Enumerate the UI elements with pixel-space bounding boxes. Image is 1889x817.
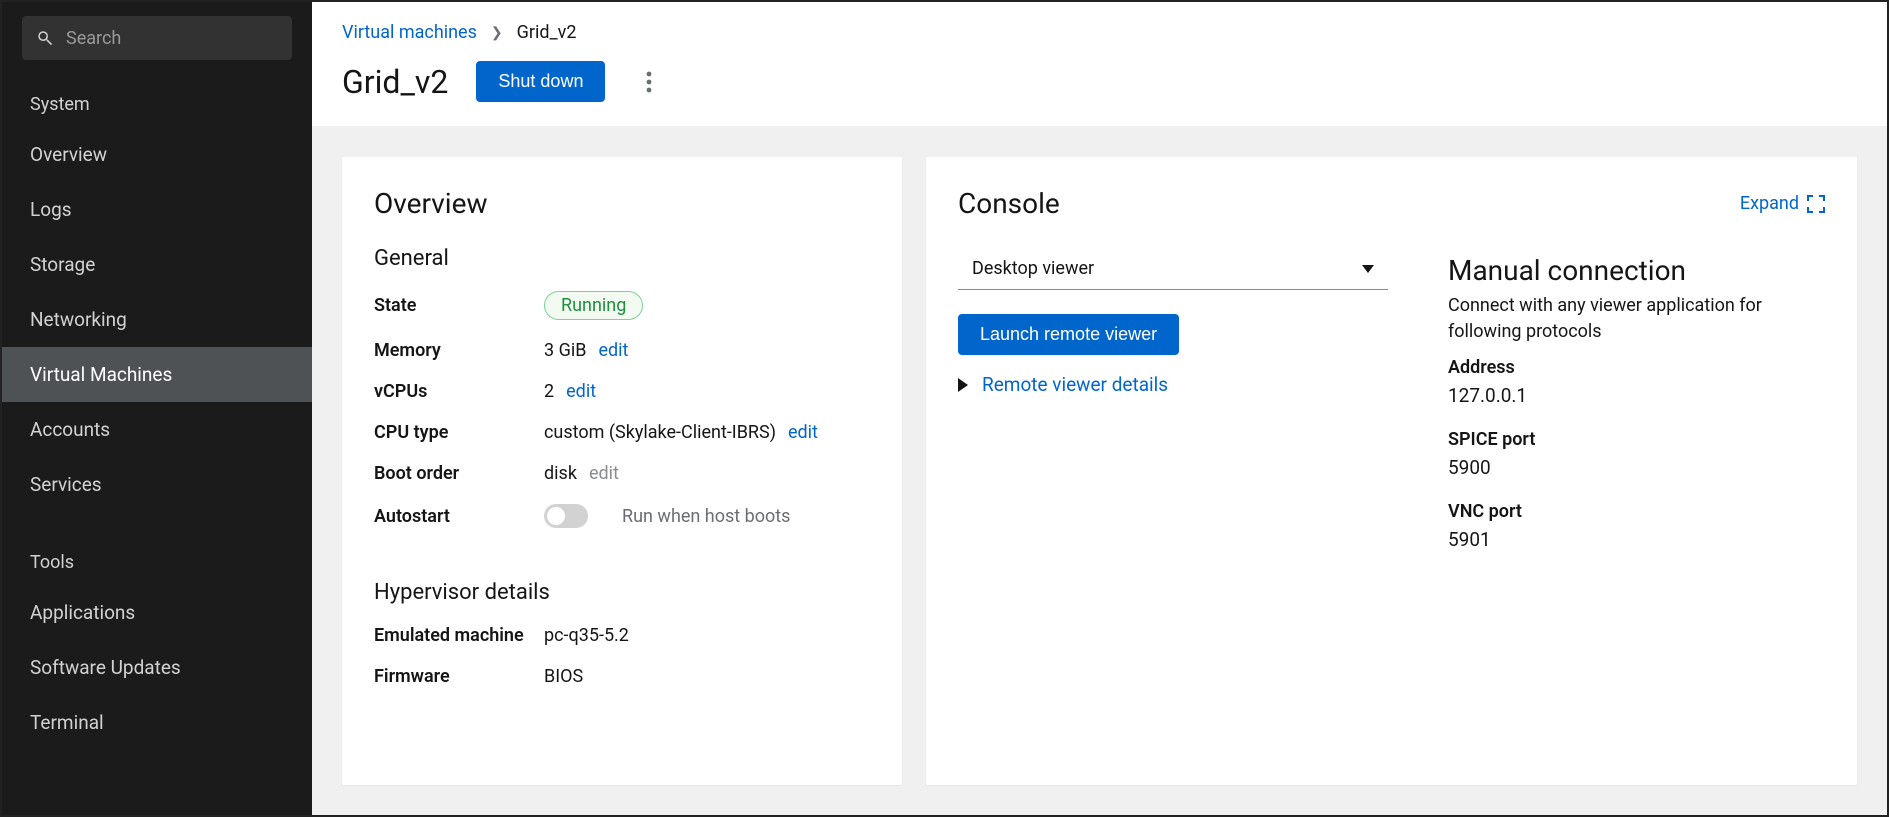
- value-address: 127.0.0.1: [1448, 384, 1825, 407]
- label-memory: Memory: [374, 340, 544, 361]
- manual-connection-title: Manual connection: [1448, 254, 1825, 287]
- edit-vcpus-link[interactable]: edit: [566, 381, 596, 402]
- chevron-right-icon: ❯: [491, 25, 503, 41]
- manual-connection-sub: Connect with any viewer application for …: [1448, 293, 1825, 345]
- kebab-icon: [646, 71, 652, 93]
- sidebar-item-logs[interactable]: Logs: [2, 182, 312, 237]
- row-cpu-type: CPU type custom (Skylake-Client-IBRS) ed…: [374, 422, 870, 443]
- remote-viewer-details-toggle[interactable]: Remote viewer details: [958, 373, 1388, 396]
- sidebar-item-terminal[interactable]: Terminal: [2, 695, 312, 750]
- address-block: Address 127.0.0.1: [1448, 357, 1825, 407]
- row-state: State Running: [374, 291, 870, 320]
- sidebar-item-accounts[interactable]: Accounts: [2, 402, 312, 457]
- value-emulated-machine: pc-q35-5.2: [544, 625, 629, 646]
- value-spice-port: 5900: [1448, 456, 1825, 479]
- label-address: Address: [1448, 357, 1825, 378]
- label-autostart: Autostart: [374, 506, 544, 527]
- sidebar: Search System Overview Logs Storage Netw…: [2, 2, 312, 815]
- row-vcpus: vCPUs 2 edit: [374, 381, 870, 402]
- chevron-right-icon: [958, 378, 968, 392]
- sidebar-item-storage[interactable]: Storage: [2, 237, 312, 292]
- caret-down-icon: [1362, 265, 1374, 273]
- label-vcpus: vCPUs: [374, 381, 544, 402]
- launch-remote-viewer-button[interactable]: Launch remote viewer: [958, 314, 1179, 355]
- row-emulated-machine: Emulated machine pc-q35-5.2: [374, 625, 870, 646]
- value-cpu-type: custom (Skylake-Client-IBRS): [544, 422, 776, 443]
- console-title: Console: [958, 187, 1060, 220]
- shutdown-button[interactable]: Shut down: [476, 61, 605, 102]
- label-firmware: Firmware: [374, 666, 544, 687]
- nav-section-system: System: [2, 70, 312, 127]
- expand-console-link[interactable]: Expand: [1740, 193, 1825, 214]
- edit-boot-order-link[interactable]: edit: [589, 463, 619, 484]
- sidebar-item-services[interactable]: Services: [2, 457, 312, 512]
- viewer-select[interactable]: Desktop viewer: [958, 248, 1388, 290]
- vnc-block: VNC port 5901: [1448, 501, 1825, 551]
- label-spice-port: SPICE port: [1448, 429, 1825, 450]
- row-memory: Memory 3 GiB edit: [374, 340, 870, 361]
- sidebar-item-software-updates[interactable]: Software Updates: [2, 640, 312, 695]
- value-firmware: BIOS: [544, 666, 583, 687]
- label-cpu-type: CPU type: [374, 422, 544, 443]
- row-firmware: Firmware BIOS: [374, 666, 870, 687]
- label-state: State: [374, 295, 544, 316]
- state-badge: Running: [544, 291, 643, 320]
- value-vcpus: 2: [544, 381, 554, 402]
- breadcrumb: Virtual machines ❯ Grid_v2: [342, 22, 1857, 43]
- actions-menu-button[interactable]: [633, 66, 665, 98]
- overview-title: Overview: [374, 187, 870, 220]
- sidebar-item-networking[interactable]: Networking: [2, 292, 312, 347]
- search-input[interactable]: Search: [22, 16, 292, 60]
- label-boot-order: Boot order: [374, 463, 544, 484]
- search-icon: [36, 29, 54, 47]
- sidebar-item-applications[interactable]: Applications: [2, 585, 312, 640]
- search-placeholder: Search: [66, 28, 121, 49]
- expand-icon: [1807, 195, 1825, 213]
- hypervisor-section-title: Hypervisor details: [374, 580, 870, 605]
- sidebar-item-virtual-machines[interactable]: Virtual Machines: [2, 347, 312, 402]
- breadcrumb-current: Grid_v2: [517, 22, 577, 43]
- nav-section-tools: Tools: [2, 512, 312, 585]
- topbar: Virtual machines ❯ Grid_v2 Grid_v2 Shut …: [312, 2, 1887, 127]
- overview-card: Overview General State Running Memory 3 …: [342, 157, 902, 785]
- page-title: Grid_v2: [342, 63, 448, 101]
- edit-memory-link[interactable]: edit: [598, 340, 628, 361]
- expand-label: Expand: [1740, 193, 1799, 214]
- label-vnc-port: VNC port: [1448, 501, 1825, 522]
- label-emulated-machine: Emulated machine: [374, 625, 544, 646]
- value-boot-order: disk: [544, 463, 577, 484]
- viewer-selected-value: Desktop viewer: [972, 258, 1094, 279]
- row-boot-order: Boot order disk edit: [374, 463, 870, 484]
- sidebar-item-overview[interactable]: Overview: [2, 127, 312, 182]
- autostart-toggle[interactable]: [544, 504, 588, 528]
- value-vnc-port: 5901: [1448, 528, 1825, 551]
- console-card: Console Expand Desktop viewer Launch rem…: [926, 157, 1857, 785]
- autostart-hint: Run when host boots: [622, 506, 790, 527]
- spice-block: SPICE port 5900: [1448, 429, 1825, 479]
- breadcrumb-parent[interactable]: Virtual machines: [342, 22, 477, 43]
- edit-cpu-type-link[interactable]: edit: [788, 422, 818, 443]
- row-autostart: Autostart Run when host boots: [374, 504, 870, 528]
- remote-viewer-details-label: Remote viewer details: [982, 373, 1168, 396]
- value-memory: 3 GiB: [544, 340, 586, 361]
- general-section-title: General: [374, 246, 870, 271]
